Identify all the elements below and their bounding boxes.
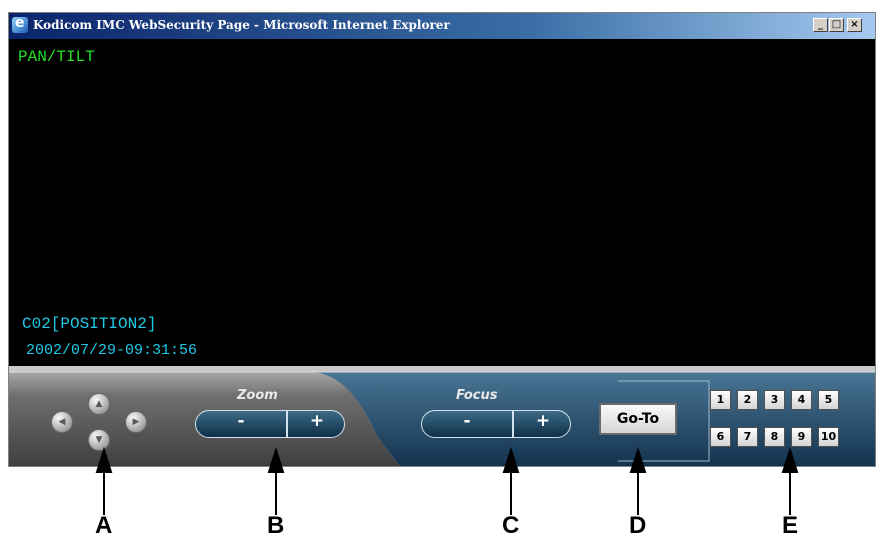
callout-arrowhead-a	[95, 446, 113, 473]
callout-label-a: A	[95, 512, 113, 539]
callout-arrowhead-c	[502, 446, 520, 473]
callout-arrowhead-d	[629, 446, 647, 473]
callout-arrows	[95, 446, 799, 515]
callout-label-c: C	[502, 512, 520, 539]
callout-label-d: D	[629, 512, 647, 539]
callout-arrowhead-b	[267, 446, 285, 473]
callout-label-e: E	[782, 512, 799, 539]
callout-arrowhead-e	[781, 446, 799, 473]
callout-label-b: B	[267, 512, 285, 539]
